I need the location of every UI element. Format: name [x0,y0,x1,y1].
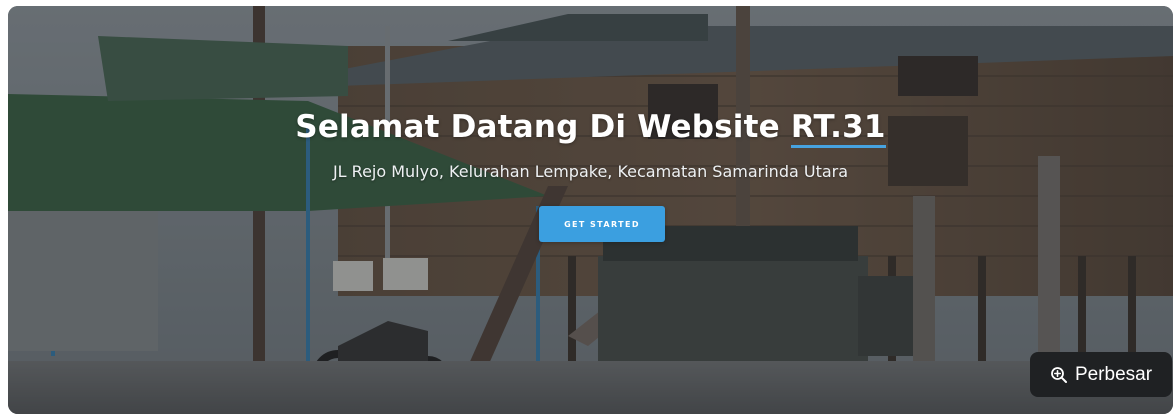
hero-image-frame: Selamat Datang Di Website RT.31 JL Rejo … [8,6,1173,414]
zoom-in-icon [1050,366,1068,384]
zoom-button-label: Perbesar [1074,363,1153,385]
hero-title-accent: RT.31 [790,111,886,148]
get-started-button[interactable]: GET STARTED [539,206,665,242]
zoom-button[interactable]: Perbesar [1030,352,1172,397]
hero-content: Selamat Datang Di Website RT.31 JL Rejo … [8,6,1173,414]
hero-subtitle: JL Rejo Mulyo, Kelurahan Lempake, Kecama… [332,162,849,181]
hero-title: Selamat Datang Di Website RT.31 [8,109,1173,148]
hero-title-main: Selamat Datang Di Website [295,109,791,145]
